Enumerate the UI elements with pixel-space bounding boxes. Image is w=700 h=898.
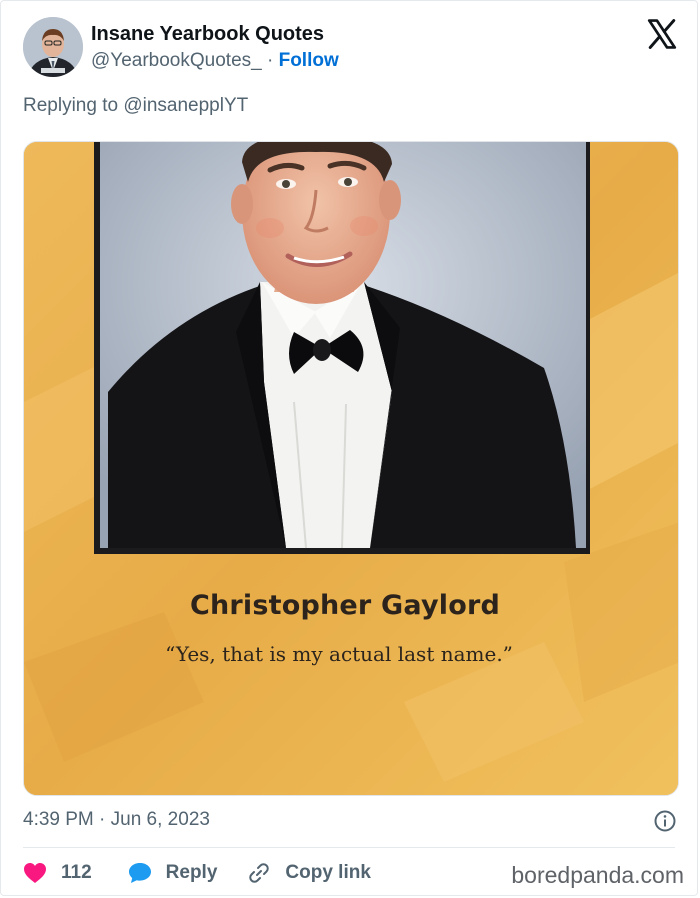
yearbook-quote: “Yes, that is my actual last name.” [165, 642, 513, 666]
boredpanda-watermark: boredpanda.com [511, 862, 684, 888]
tweet-timestamp[interactable]: 4:39 PM · Jun 6, 2023 [23, 809, 210, 831]
replying-to-line: Replying to @insanepplYT [23, 95, 248, 117]
copy-link-label: Copy link [285, 862, 371, 883]
footer-divider [23, 847, 675, 848]
heart-icon [24, 863, 46, 883]
reply-label: Reply [165, 862, 218, 883]
reply-bubble-icon [128, 863, 151, 883]
author-handle[interactable]: @YearbookQuotes_ [91, 50, 262, 71]
info-icon[interactable] [653, 809, 677, 833]
like-count: 112 [61, 862, 92, 883]
author-name[interactable]: Insane Yearbook Quotes [91, 23, 324, 46]
tweet-card: Insane Yearbook Quotes @YearbookQuotes_ … [0, 0, 698, 896]
reply-button[interactable]: Reply [128, 862, 218, 884]
replying-prefix: Replying to [23, 95, 119, 116]
separator-dot: · [266, 50, 274, 71]
x-logo-icon[interactable] [645, 17, 679, 51]
author-avatar[interactable] [23, 17, 83, 77]
like-button[interactable]: 112 [23, 862, 92, 884]
tweet-media-image[interactable]: Christopher Gaylord “Yes, that is my act… [23, 141, 679, 796]
link-icon [249, 863, 270, 883]
avatar-portrait [23, 17, 83, 77]
yearbook-student-name: Christopher Gaylord [189, 590, 501, 621]
replying-to-mention[interactable]: @insanepplYT [123, 95, 248, 116]
author-handle-line: @YearbookQuotes_ · Follow [91, 50, 339, 72]
follow-button[interactable]: Follow [279, 50, 339, 71]
yearbook-photo [24, 142, 678, 795]
tweet-actions: 112 Reply Copy link [23, 859, 371, 887]
copy-link-button[interactable]: Copy link [247, 861, 371, 885]
